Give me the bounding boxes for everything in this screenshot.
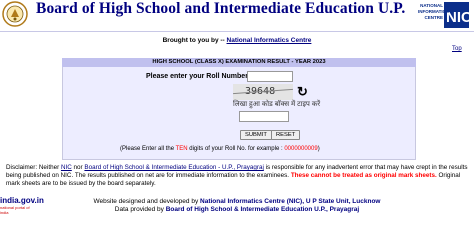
footer-data-provider: Data provided by Board of High School & … (0, 206, 474, 213)
disclaimer-nic-link[interactable]: NIC (61, 164, 72, 171)
captcha-hint: लिखा हुआ कोड बॉक्स में टाइप करें (233, 101, 321, 108)
note-mid: digits of your Roll No. for example : (189, 146, 283, 152)
footer-developer: Website designed and developed by Nation… (0, 198, 474, 205)
disclaimer-start: Disclaimer: Neither (6, 164, 60, 171)
header-divider (0, 31, 474, 32)
nic-logo-line-3: CENTRE (424, 15, 443, 20)
note-suffix: ) (317, 146, 320, 152)
note-prefix: (Please Enter all the (120, 146, 175, 152)
footer-data-org: Board of High School & Intermediate Educ… (165, 206, 360, 213)
reset-button[interactable]: RESET (271, 130, 301, 140)
footer-data-prefix: Data provided by (114, 206, 164, 213)
footer-developer-org: National Informatics Centre (NIC), U P S… (200, 198, 381, 205)
captcha-image: 39648 (233, 84, 293, 100)
exam-heading: HIGH SCHOOL (CLASS X) EXAMINATION RESULT… (62, 58, 416, 67)
captcha-input[interactable] (239, 111, 289, 122)
roll-number-note: (Please Enter all the TEN digits of your… (120, 146, 320, 152)
nic-logo: NIC NATIONAL INFORMATICS CENTRE (418, 0, 472, 30)
brought-by-prefix: Brought to you by -- (162, 37, 225, 44)
disclaimer-warning: These cannot be treated as original mark… (290, 172, 437, 180)
disclaimer: Disclaimer: Neither NIC nor Board of Hig… (6, 164, 472, 189)
brought-by: Brought to you by -- National Informatic… (0, 37, 474, 44)
disclaimer-nor: nor (73, 164, 83, 171)
disclaimer-board-link[interactable]: Board of High School & Intermediate Educ… (84, 164, 263, 171)
nic-link[interactable]: National Informatics Centre (227, 37, 312, 44)
nic-mark: NIC (446, 9, 470, 26)
top-link[interactable]: Top (452, 46, 462, 52)
submit-button[interactable]: SUBMIT (240, 130, 272, 140)
board-emblem-icon (2, 1, 28, 27)
note-highlight: TEN (175, 146, 188, 152)
refresh-captcha-icon[interactable]: ↻ (297, 85, 311, 99)
roll-number-input[interactable] (247, 71, 293, 82)
note-example: 0000000009 (284, 146, 318, 152)
roll-number-label: Please enter your Roll Number (146, 73, 248, 80)
page-title: Board of High School and Intermediate Ed… (36, 0, 406, 17)
footer-developer-prefix: Website designed and developed by (93, 198, 199, 205)
